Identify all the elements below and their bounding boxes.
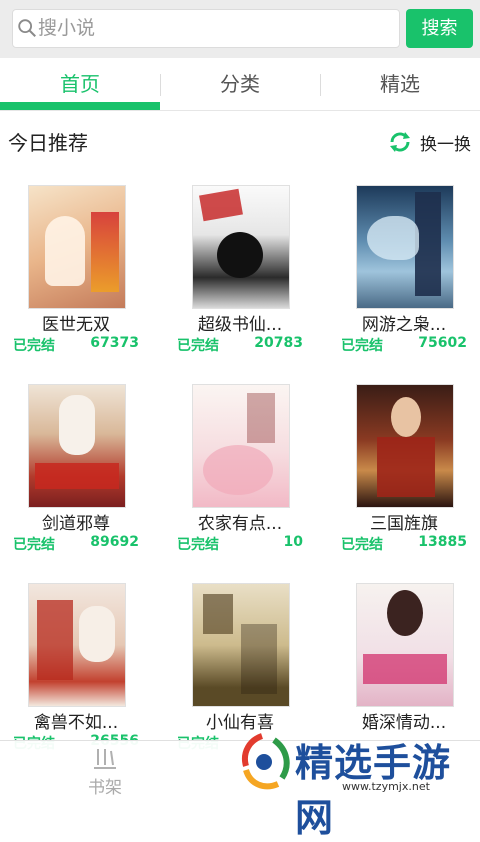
book-cover[interactable] — [192, 185, 290, 309]
book-status: 已完结 — [177, 537, 219, 553]
search-button[interactable]: 搜索 — [406, 9, 473, 48]
book-title[interactable]: 三国旌旗 — [329, 509, 479, 534]
book-status: 已完结 — [341, 338, 383, 354]
watermark-logo-icon — [242, 733, 290, 790]
book-cover[interactable] — [356, 583, 454, 707]
book-title[interactable]: 剑道邪尊 — [1, 509, 151, 534]
search-placeholder: 搜小说 — [38, 17, 96, 39]
book-cover[interactable] — [356, 384, 454, 508]
book-status: 已完结 — [341, 537, 383, 553]
bookshelf-icon — [94, 749, 116, 769]
book-status: 已完结 — [177, 338, 219, 354]
active-tab-indicator — [0, 102, 160, 110]
book-word-count: 89692 — [90, 534, 139, 550]
search-icon — [18, 19, 36, 37]
bookshelf-label: 书架 — [88, 778, 122, 798]
refresh-label: 换一换 — [420, 134, 471, 155]
book-status: 已完结 — [13, 338, 55, 354]
book-title[interactable]: 禽兽不如... — [1, 708, 151, 733]
search-input[interactable]: 搜小说 — [12, 9, 400, 48]
bookshelf-tab[interactable]: 书架 — [80, 747, 130, 798]
book-cover[interactable] — [28, 185, 126, 309]
book-title[interactable]: 网游之枭... — [329, 310, 479, 335]
book-title[interactable]: 医世无双 — [1, 310, 151, 335]
tab-category[interactable]: 分类 — [160, 58, 320, 110]
section-title: 今日推荐 — [8, 131, 88, 155]
book-word-count: 67373 — [90, 335, 139, 351]
top-bar: 搜小说 搜索 — [0, 0, 480, 58]
book-cover[interactable] — [28, 583, 126, 707]
book-word-count: 75602 — [418, 335, 467, 351]
tab-featured[interactable]: 精选 — [320, 58, 480, 110]
book-status: 已完结 — [13, 537, 55, 553]
book-word-count: 13885 — [418, 534, 467, 550]
book-cover[interactable] — [28, 384, 126, 508]
book-cover[interactable] — [192, 583, 290, 707]
watermark-url: www.tzymjx.net — [342, 780, 430, 793]
book-word-count: 10 — [283, 534, 303, 550]
book-title[interactable]: 农家有点... — [165, 509, 315, 534]
book-cover[interactable] — [192, 384, 290, 508]
refresh-icon — [390, 132, 410, 152]
watermark: 精选手游网 www.tzymjx.net — [230, 728, 480, 840]
book-word-count: 20783 — [254, 335, 303, 351]
refresh-button[interactable]: 换一换 — [388, 128, 471, 156]
book-title[interactable]: 超级书仙... — [165, 310, 315, 335]
book-cover[interactable] — [356, 185, 454, 309]
